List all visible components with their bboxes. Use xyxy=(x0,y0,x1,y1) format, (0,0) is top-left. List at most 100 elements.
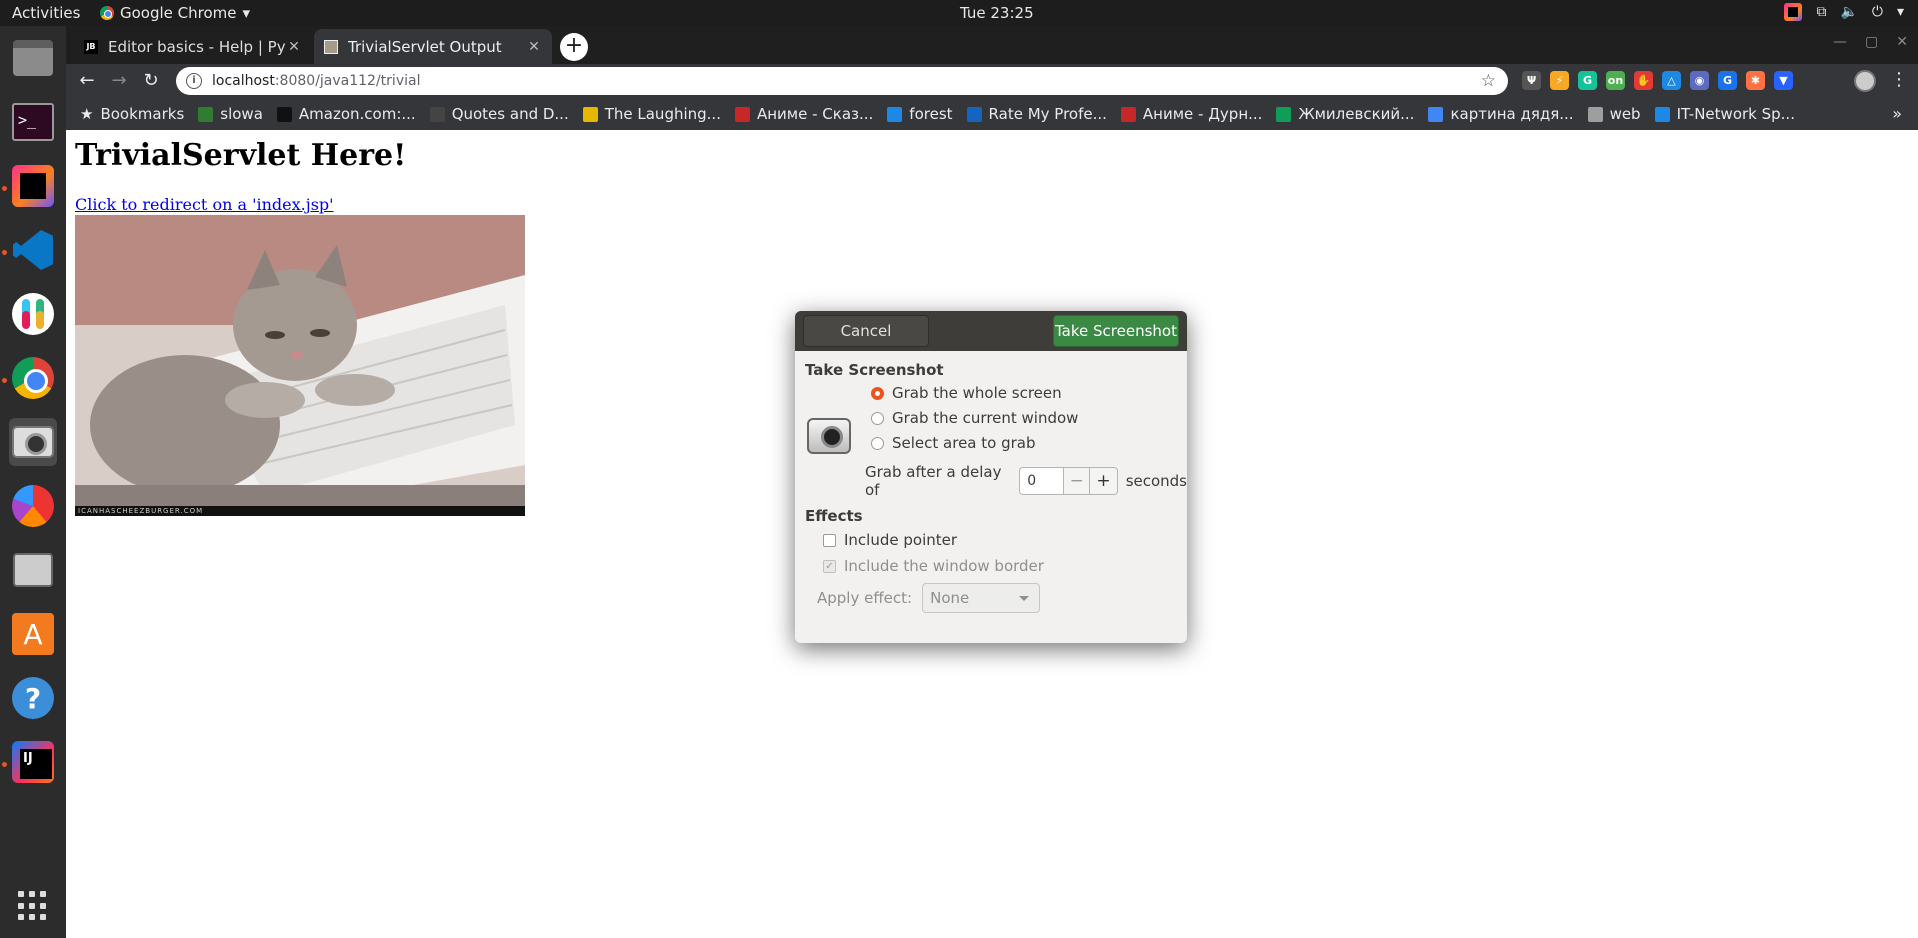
forward-arrow-icon[interactable]: → xyxy=(106,68,132,94)
ext-gear-icon[interactable]: ✱ xyxy=(1746,71,1765,90)
running-indicator xyxy=(2,378,7,383)
dock-disks[interactable] xyxy=(9,546,57,594)
browser-toolbar: ← → ↻ i localhost:8080/java112/trivial ☆… xyxy=(66,64,1918,98)
delay-row: Grab after a delay of 0 − + seconds xyxy=(865,463,1187,499)
new-tab-button[interactable]: + xyxy=(560,33,588,61)
ext-lightning-icon[interactable]: ⚡ xyxy=(1550,71,1569,90)
bookmark-item[interactable]: Аниме - Дурн... xyxy=(1120,105,1262,123)
ext-triangle-icon[interactable]: △ xyxy=(1662,71,1681,90)
activities-button[interactable]: Activities xyxy=(12,4,80,22)
tab-title: TrivialServlet Output xyxy=(348,37,502,56)
redirect-link[interactable]: Click to redirect on a 'index.jsp' xyxy=(75,195,334,214)
include-pointer-option[interactable]: Include pointer xyxy=(823,531,957,549)
app-menu-label: Google Chrome xyxy=(120,4,237,22)
apply-effect-row: Apply effect: None xyxy=(817,583,1041,613)
radio-button[interactable] xyxy=(871,386,884,400)
bookmark-label: web xyxy=(1609,105,1641,123)
show-applications-button[interactable] xyxy=(9,882,57,930)
minimize-icon[interactable]: — xyxy=(1833,34,1847,50)
bookmark-item[interactable]: IT-Network Sp... xyxy=(1654,105,1795,123)
tab-trivialservlet[interactable]: TrivialServlet Output ✕ xyxy=(314,29,552,64)
bookmark-item[interactable]: web xyxy=(1587,105,1641,123)
info-icon[interactable]: i xyxy=(186,73,202,89)
chrome-icon xyxy=(12,357,54,399)
back-arrow-icon[interactable]: ← xyxy=(74,68,100,94)
bookmark-item[interactable]: Жмилевский... xyxy=(1276,105,1414,123)
radio-button[interactable] xyxy=(871,411,884,425)
close-window-icon[interactable]: ✕ xyxy=(1896,34,1908,50)
system-tray[interactable]: ⧉ 🔈 ⏻ ▾ xyxy=(1784,3,1904,21)
dock-software-center[interactable]: A xyxy=(9,610,57,658)
bookmark-favicon-icon xyxy=(1120,106,1136,122)
intellij-icon xyxy=(12,741,54,783)
star-icon: ★ xyxy=(80,105,94,123)
bookmark-item[interactable]: Rate My Profe... xyxy=(966,105,1107,123)
delay-decrement-button[interactable]: − xyxy=(1063,467,1091,495)
vscode-icon xyxy=(13,230,53,270)
include-border-option: ✓ Include the window border xyxy=(823,557,1044,575)
dock-chrome[interactable] xyxy=(9,354,57,402)
profile-avatar[interactable] xyxy=(1854,70,1876,92)
bookmark-item[interactable]: The Laughing... xyxy=(582,105,721,123)
bookmark-item[interactable]: Quotes and D... xyxy=(429,105,569,123)
bookmark-item[interactable]: Amazon.com:... xyxy=(276,105,416,123)
ext-adblock-icon[interactable]: ✋ xyxy=(1634,71,1653,90)
ext-on-icon[interactable]: on xyxy=(1606,71,1625,90)
bookmark-item[interactable]: forest xyxy=(887,105,953,123)
option-whole-screen[interactable]: Grab the whole screen xyxy=(871,384,1062,402)
bookmark-star-icon[interactable]: ☆ xyxy=(1481,71,1496,91)
close-icon[interactable]: ✕ xyxy=(286,39,302,55)
maximize-icon[interactable]: ▢ xyxy=(1865,34,1878,50)
address-bar[interactable]: i localhost:8080/java112/trivial ☆ xyxy=(176,67,1508,95)
ext-owl-icon[interactable]: ◉ xyxy=(1690,71,1709,90)
dock-disk-usage[interactable] xyxy=(9,482,57,530)
delay-increment-button[interactable]: + xyxy=(1090,467,1118,495)
bookmark-favicon-icon xyxy=(276,106,292,122)
bookmark-item[interactable]: slowa xyxy=(198,105,263,123)
bookmark-item[interactable]: картина дядя... xyxy=(1428,105,1574,123)
dock-files[interactable] xyxy=(9,34,57,82)
dock: >_ A ? xyxy=(0,26,66,938)
take-screenshot-button[interactable]: Take Screenshot xyxy=(1053,315,1179,347)
dock-intellij[interactable] xyxy=(9,738,57,786)
volume-icon[interactable]: 🔈 xyxy=(1840,4,1857,20)
camera-icon xyxy=(12,426,54,458)
dock-vscode[interactable] xyxy=(9,226,57,274)
cancel-button[interactable]: Cancel xyxy=(803,315,929,347)
close-icon[interactable]: ✕ xyxy=(526,39,542,55)
window-controls: — ▢ ✕ xyxy=(1833,34,1908,50)
bookmarks-button[interactable]: ★ Bookmarks xyxy=(80,105,184,123)
pie-chart-icon xyxy=(12,485,54,527)
dock-jetbrains-toolbox[interactable] xyxy=(9,162,57,210)
kebab-menu-icon[interactable]: ⋮ xyxy=(1890,69,1908,90)
effects-heading: Effects xyxy=(805,507,863,525)
radio-button[interactable] xyxy=(871,436,884,450)
checkbox[interactable] xyxy=(823,533,836,547)
apply-effect-label: Apply effect: xyxy=(817,589,913,607)
apply-effect-select: None xyxy=(922,583,1041,613)
option-current-window[interactable]: Grab the current window xyxy=(871,409,1078,427)
delay-input[interactable]: 0 xyxy=(1019,467,1063,495)
clock[interactable]: Tue 23:25 xyxy=(960,4,1034,22)
system-menu-arrow-icon[interactable]: ▾ xyxy=(1897,4,1904,20)
network-icon[interactable]: ⧉ xyxy=(1816,4,1826,20)
ext-g-icon[interactable]: G xyxy=(1718,71,1737,90)
ext-unicorn-icon[interactable]: Ψ xyxy=(1522,71,1541,90)
dock-screenshot[interactable] xyxy=(9,418,57,466)
option-select-area[interactable]: Select area to grab xyxy=(871,434,1036,452)
dock-terminal[interactable]: >_ xyxy=(9,98,57,146)
tab-editor-basics[interactable]: JB Editor basics - Help | PyCharm ✕ xyxy=(74,29,312,64)
ext-shield-icon[interactable]: ▼ xyxy=(1774,71,1793,90)
bookmark-favicon-icon xyxy=(198,106,214,122)
dock-slack[interactable] xyxy=(9,290,57,338)
bookmark-item[interactable]: Аниме - Сказ... xyxy=(734,105,873,123)
ext-grammarly-icon[interactable]: G xyxy=(1578,71,1597,90)
bookmark-favicon-icon xyxy=(887,106,903,122)
jetbrains-toolbox-icon[interactable] xyxy=(1784,3,1803,21)
app-menu[interactable]: Google Chrome ▾ xyxy=(100,4,250,22)
power-icon[interactable]: ⏻ xyxy=(1872,4,1883,20)
dock-help[interactable]: ? xyxy=(9,674,57,722)
reload-icon[interactable]: ↻ xyxy=(138,68,164,94)
bookmark-favicon-icon xyxy=(1276,106,1292,122)
bookmarks-overflow-button[interactable]: » xyxy=(1892,104,1902,123)
